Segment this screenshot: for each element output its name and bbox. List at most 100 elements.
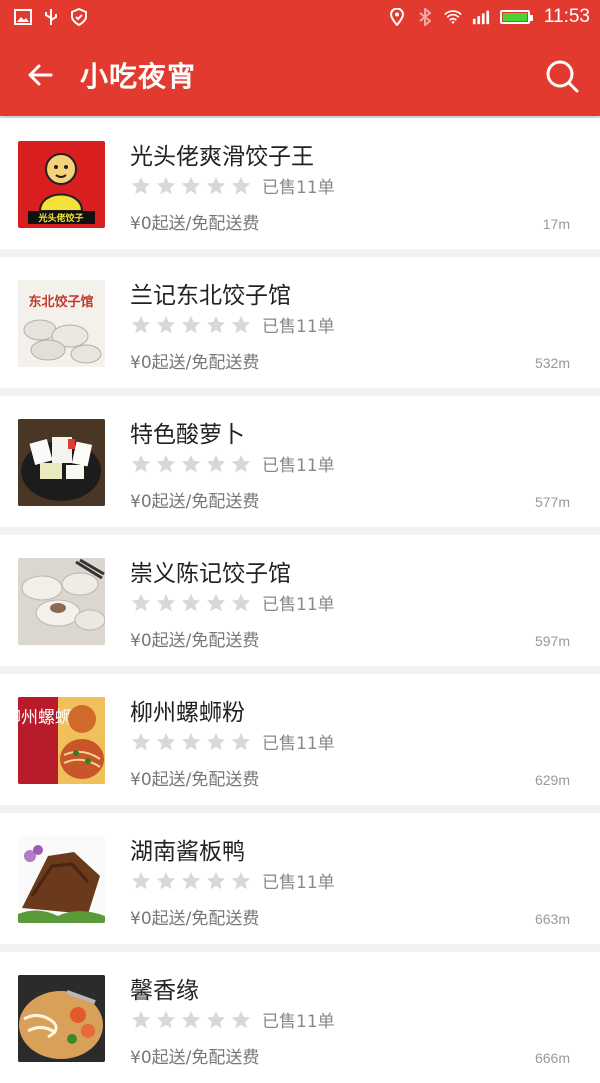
sold-count: 已售11单 [262,595,335,615]
bluetooth-icon [416,8,434,26]
star-rating [130,175,252,197]
star-icon [180,1009,202,1031]
distance: 597m [534,633,570,649]
shop-name: 崇义陈记饺子馆 [130,561,291,587]
shop-item[interactable]: 特色酸萝卜 已售11单 ¥0起送/免配送费 577m [0,396,600,527]
back-button[interactable] [0,34,80,116]
shop-name: 湖南酱板鸭 [130,839,245,865]
distance: 577m [534,494,570,510]
rating-row: 已售11单 [130,1007,335,1032]
shop-item[interactable]: 崇义陈记饺子馆 已售11单 ¥0起送/免配送费 597m [0,535,600,666]
star-icon [155,453,177,475]
shop-thumbnail: 柳州螺蛳 [18,697,105,784]
status-time: 11:53 [543,6,590,27]
back-arrow-icon [28,64,53,86]
shop-name: 光头佬爽滑饺子王 [130,144,314,170]
shop-banner-text: 东北饺子馆 [28,294,93,310]
shop-name: 特色酸萝卜 [130,422,245,448]
shop-item[interactable]: 东北饺子馆 兰记东北饺子馆 已售11单 ¥0起送/免配送费 532m [0,257,600,388]
star-rating [130,592,252,614]
sold-count: 已售11单 [262,1012,335,1032]
image-icon [14,8,32,26]
shop-item[interactable]: 光头佬饺子 光头佬爽滑饺子王 已售11单 ¥0起送/免配送费 17m [0,118,600,249]
star-icon [205,731,227,753]
sold-count: 已售11单 [262,873,335,893]
star-icon [130,870,152,892]
sold-count: 已售11单 [262,178,335,198]
status-bar: 11:53 [0,0,600,34]
star-icon [180,314,202,336]
shop-banner-text: 柳州螺蛳 [18,708,72,728]
search-button[interactable] [542,56,582,96]
star-icon [180,870,202,892]
sold-count: 已售11单 [262,456,335,476]
shop-thumbnail [18,836,105,923]
delivery-info: ¥0起送/免配送费 [130,909,260,929]
rating-row: 已售11单 [130,312,335,337]
star-rating [130,870,252,892]
star-icon [230,592,252,614]
star-icon [130,314,152,336]
star-icon [130,453,152,475]
delivery-info: ¥0起送/免配送费 [130,492,260,512]
star-icon [205,1009,227,1031]
star-icon [230,175,252,197]
star-icon [180,175,202,197]
star-icon [230,870,252,892]
star-icon [230,453,252,475]
star-icon [155,314,177,336]
wifi-icon [444,8,462,26]
star-icon [130,1009,152,1031]
shop-item[interactable]: 湖南酱板鸭 已售11单 ¥0起送/免配送费 663m [0,813,600,944]
sold-count: 已售11单 [262,734,335,754]
shop-thumbnail: 光头佬饺子 [18,141,105,228]
location-icon [388,8,406,26]
shop-item[interactable]: 馨香缘 已售11单 ¥0起送/免配送费 666m [0,952,600,1083]
distance: 666m [534,1050,570,1066]
star-icon [130,592,152,614]
usb-icon [42,8,60,26]
star-icon [205,175,227,197]
star-icon [155,592,177,614]
delivery-info: ¥0起送/免配送费 [130,770,260,790]
star-rating [130,731,252,753]
shop-item[interactable]: 柳州螺蛳 柳州螺蛳粉 已售11单 ¥0起送/免配送费 629m [0,674,600,805]
shield-icon [70,8,88,26]
star-rating [130,1009,252,1031]
rating-row: 已售11单 [130,729,335,754]
delivery-info: ¥0起送/免配送费 [130,1048,260,1068]
star-icon [180,592,202,614]
star-icon [205,592,227,614]
shop-thumbnail [18,419,105,506]
star-icon [205,453,227,475]
star-rating [130,314,252,336]
star-icon [230,731,252,753]
shop-name: 馨香缘 [130,978,199,1004]
star-icon [230,1009,252,1031]
rating-row: 已售11单 [130,173,335,198]
star-icon [205,314,227,336]
battery-icon [499,10,533,24]
shop-list: 光头佬饺子 光头佬爽滑饺子王 已售11单 ¥0起送/免配送费 17m 东北饺子馆 [0,118,600,1083]
rating-row: 已售11单 [130,451,335,476]
signal-icon [472,8,490,26]
star-icon [205,870,227,892]
star-icon [155,870,177,892]
sold-count: 已售11单 [262,317,335,337]
search-icon [546,60,579,93]
star-icon [180,731,202,753]
shop-thumbnail [18,558,105,645]
shop-logo-text: 光头佬饺子 [37,212,83,224]
distance: 663m [534,911,570,927]
star-icon [130,731,152,753]
rating-row: 已售11单 [130,868,335,893]
star-rating [130,453,252,475]
delivery-info: ¥0起送/免配送费 [130,631,260,651]
star-icon [230,314,252,336]
app-bar: 小吃夜宵 [0,34,600,116]
distance: 532m [534,355,570,371]
distance: 17m [542,216,570,232]
star-icon [155,175,177,197]
star-icon [155,1009,177,1031]
star-icon [155,731,177,753]
